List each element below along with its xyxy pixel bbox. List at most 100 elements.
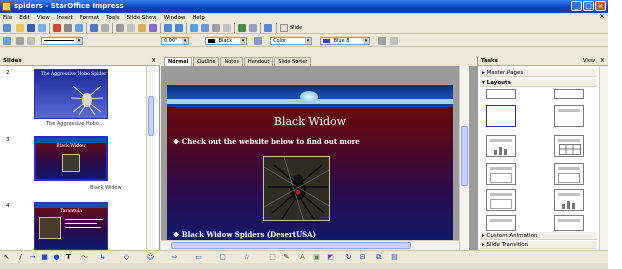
menu-format[interactable]: Format xyxy=(80,15,99,21)
save-icon[interactable] xyxy=(27,24,35,32)
fontwork-icon[interactable]: A xyxy=(298,253,307,262)
menu-slide-show[interactable]: Slide Show xyxy=(127,15,157,21)
ellipse-tool-icon[interactable]: ● xyxy=(52,253,61,262)
print-icon[interactable] xyxy=(64,24,72,32)
slides-scrollbar[interactable] xyxy=(146,66,155,250)
line-color-select[interactable]: Black ▾ xyxy=(205,37,247,45)
helplines-icon[interactable] xyxy=(223,24,231,32)
navigator-icon[interactable] xyxy=(238,24,246,32)
section-layouts[interactable]: ▾ Layouts xyxy=(480,79,597,87)
slide-button-label[interactable]: Slide xyxy=(290,25,302,31)
close-button[interactable]: × xyxy=(595,1,606,11)
styles-icon[interactable] xyxy=(3,37,11,45)
glue-points-icon[interactable]: ✎ xyxy=(282,253,291,262)
slide-thumbnail-4[interactable]: Tarantula xyxy=(34,202,108,250)
horizontal-scrollbar[interactable] xyxy=(161,240,459,250)
layout-tile-text-clipart[interactable] xyxy=(486,189,516,211)
toolbar-options-icon[interactable] xyxy=(390,37,398,45)
tasks-scrollbar[interactable] xyxy=(599,66,608,250)
section-slide-transition[interactable]: ▸ Slide Transition xyxy=(480,241,597,249)
chart-icon[interactable] xyxy=(190,24,198,32)
format-paintbrush-icon[interactable] xyxy=(149,24,157,32)
shadow-icon[interactable] xyxy=(378,37,386,45)
open-folder-icon[interactable] xyxy=(16,24,24,32)
copy-icon[interactable] xyxy=(127,24,135,32)
alignment-icon[interactable]: ⊟ xyxy=(358,253,367,262)
menu-tools[interactable]: Tools xyxy=(106,15,120,21)
new-document-icon[interactable] xyxy=(3,24,11,32)
layout-tile-table[interactable] xyxy=(554,135,584,157)
layout-tile[interactable] xyxy=(486,215,516,231)
tab-notes[interactable]: Notes xyxy=(220,57,243,66)
slide-bullet-1[interactable]: ❖ Check out the website below to find ou… xyxy=(173,137,360,146)
from-file-icon[interactable]: ▣ xyxy=(312,253,321,262)
scrollbar-thumb[interactable] xyxy=(148,96,154,136)
paste-icon[interactable] xyxy=(138,24,146,32)
block-arrows-icon[interactable]: ⇨ xyxy=(170,253,179,262)
text-tool-icon[interactable]: T xyxy=(64,253,73,262)
scrollbar-thumb[interactable] xyxy=(461,126,468,186)
display-grid-icon[interactable] xyxy=(212,24,220,32)
scrollbar-thumb[interactable] xyxy=(171,242,411,249)
black-widow-photo[interactable] xyxy=(263,156,330,221)
arrow-style-icon[interactable] xyxy=(27,37,35,45)
line-width-field[interactable]: 0.00" ▾ xyxy=(161,37,189,45)
maximize-button[interactable]: □ xyxy=(583,1,594,11)
layout-tile[interactable] xyxy=(554,89,584,99)
section-custom-animation[interactable]: ▸ Custom Animation xyxy=(480,232,597,240)
slide-bullet-2[interactable]: ❖ Black Widow Spiders (DesertUSA) xyxy=(173,230,316,239)
tab-slide-sorter[interactable]: Slide Sorter xyxy=(274,57,312,66)
layout-tile-blank[interactable] xyxy=(486,105,516,127)
area-style-select[interactable]: Color ▾ xyxy=(270,37,312,45)
points-icon[interactable]: ⬚ xyxy=(268,253,277,262)
redo-icon[interactable] xyxy=(175,24,183,32)
connector-tool-icon[interactable]: ↳ xyxy=(98,253,107,262)
layout-tile-chart-text[interactable] xyxy=(554,189,584,211)
callouts-icon[interactable]: ▢ xyxy=(218,253,227,262)
cut-icon[interactable] xyxy=(116,24,124,32)
layout-tile-chart[interactable] xyxy=(486,135,516,157)
gallery-icon[interactable]: ◩ xyxy=(326,253,335,262)
curve-tool-icon[interactable]: 〜 xyxy=(80,253,89,262)
arrange-icon[interactable]: ⧉ xyxy=(374,253,383,262)
tab-outline[interactable]: Outline xyxy=(193,57,220,66)
basic-shapes-icon[interactable]: ◇ xyxy=(122,253,131,262)
area-color-select[interactable]: Blue 8 ▾ xyxy=(320,37,370,45)
area-icon[interactable] xyxy=(254,37,262,45)
symbol-shapes-icon[interactable]: ☺ xyxy=(146,253,155,262)
layout-tile[interactable] xyxy=(486,89,516,99)
autospellcheck-icon[interactable] xyxy=(101,24,109,32)
view-menu[interactable]: View xyxy=(583,58,595,64)
rotate-icon[interactable]: ↻ xyxy=(344,253,353,262)
slide-thumbnail-2[interactable]: The Aggressive Hobo Spider xyxy=(34,69,108,119)
print-preview-icon[interactable] xyxy=(75,24,83,32)
slide-icon[interactable] xyxy=(280,24,288,32)
rectangle-tool-icon[interactable]: ■ xyxy=(40,253,49,262)
export-pdf-icon[interactable] xyxy=(53,24,61,32)
extrusion-icon[interactable]: ▤ xyxy=(390,253,399,262)
layout-tile-title[interactable] xyxy=(554,105,584,127)
line-style-select[interactable]: ▾ xyxy=(41,37,83,45)
minimize-button[interactable]: _ xyxy=(571,1,582,11)
layout-tile-text-chart[interactable] xyxy=(554,163,584,185)
tab-normal[interactable]: Normal xyxy=(164,57,193,66)
vertical-scrollbar[interactable] xyxy=(459,66,469,250)
slide-canvas[interactable]: Black Widow ❖ Check out the website belo… xyxy=(167,85,453,246)
menu-edit[interactable]: Edit xyxy=(19,15,30,21)
layout-tile[interactable] xyxy=(554,215,584,231)
menu-help[interactable]: Help xyxy=(192,15,205,21)
tab-handout[interactable]: Handout xyxy=(243,57,274,66)
spellcheck-icon[interactable] xyxy=(90,24,98,32)
menu-insert[interactable]: Insert xyxy=(57,15,73,21)
slide-thumbnail-3[interactable]: Black Widow xyxy=(34,136,108,181)
menu-file[interactable]: File xyxy=(3,15,12,21)
stars-icon[interactable]: ☆ xyxy=(242,253,251,262)
close-document-icon[interactable]: × xyxy=(599,14,605,20)
line-icon[interactable] xyxy=(16,37,24,45)
close-panel-icon[interactable]: × xyxy=(600,57,605,64)
section-master-pages[interactable]: ▸ Master Pages xyxy=(480,69,597,77)
table-icon[interactable] xyxy=(201,24,209,32)
menu-view[interactable]: View xyxy=(37,15,50,21)
slide-title[interactable]: Black Widow xyxy=(167,115,453,128)
email-icon[interactable] xyxy=(38,24,46,32)
